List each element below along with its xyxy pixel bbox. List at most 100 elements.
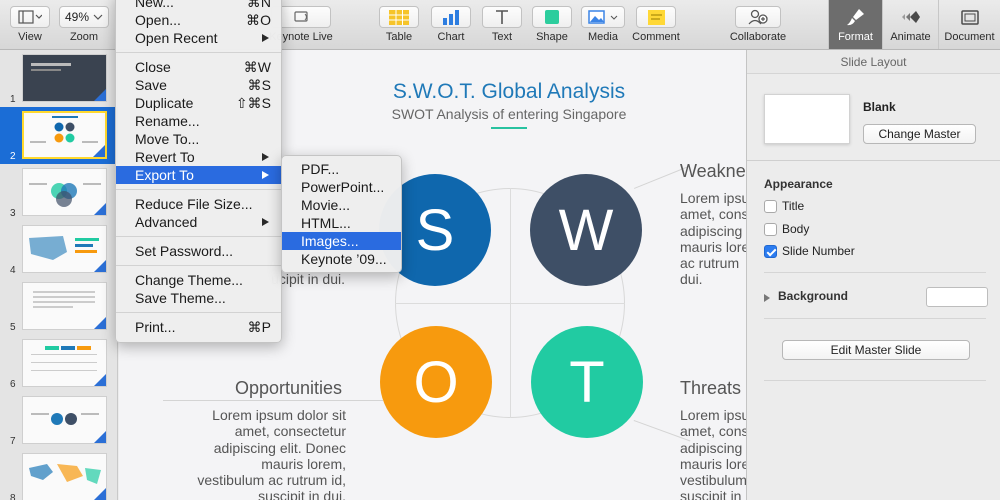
inspector-tabs: Format Animate Document xyxy=(828,0,1000,49)
export-html[interactable]: HTML... xyxy=(282,214,401,232)
background-heading[interactable]: Background xyxy=(778,289,848,303)
export-movie[interactable]: Movie... xyxy=(282,196,401,214)
body-checkbox[interactable] xyxy=(764,222,777,236)
format-inspector: Slide Layout Blank Change Master Appeara… xyxy=(746,50,1000,500)
slide-thumbnail-1[interactable]: 1 xyxy=(0,50,118,107)
opportunities-body[interactable]: Lorem ipsum dolor sit amet, consectetur … xyxy=(169,407,346,500)
menu-item-rename[interactable]: Rename... xyxy=(116,112,281,130)
slide-thumbnail-3[interactable]: 3 xyxy=(0,164,118,221)
text-button[interactable]: Text xyxy=(481,6,523,48)
divider xyxy=(764,380,986,381)
opportunities-circle[interactable]: O xyxy=(380,326,492,438)
tab-animate[interactable]: Animate xyxy=(882,0,938,49)
menu-item-save[interactable]: Save ⌘S xyxy=(116,76,281,94)
export-submenu: PDF... PowerPoint... Movie... HTML... Im… xyxy=(281,155,402,273)
inspector-header: Slide Layout xyxy=(747,50,1000,74)
chevron-right-icon xyxy=(262,153,269,161)
weaknesses-body[interactable]: Lorem ipsu amet, cons adipiscing mauris … xyxy=(680,190,746,288)
shape-icon xyxy=(532,6,572,28)
media-icon xyxy=(581,6,625,28)
weaknesses-heading[interactable]: Weaknes xyxy=(680,161,746,182)
slide-thumbnail-2[interactable]: 2 xyxy=(0,107,118,164)
weaknesses-circle[interactable]: W xyxy=(530,174,642,286)
body-checkbox-row[interactable]: Body xyxy=(764,221,809,237)
export-powerpoint[interactable]: PowerPoint... xyxy=(282,178,401,196)
paintbrush-icon xyxy=(829,6,882,28)
zoom-control[interactable]: 49% Zoom xyxy=(59,6,109,48)
menu-item-move-to[interactable]: Move To... xyxy=(116,130,281,148)
edit-master-slide-button[interactable]: Edit Master Slide xyxy=(782,340,970,360)
media-button[interactable]: Media xyxy=(581,6,625,48)
master-slide-preview[interactable] xyxy=(764,94,850,144)
view-button[interactable]: View xyxy=(10,6,50,48)
table-icon xyxy=(379,6,419,28)
collaborate-button[interactable]: Collaborate xyxy=(727,6,789,48)
menu-item-revert-to[interactable]: Revert To xyxy=(116,148,281,166)
slide-subtitle[interactable]: SWOT Analysis of entering Singapore xyxy=(359,106,659,122)
divider xyxy=(764,318,986,319)
slide-number-checkbox[interactable] xyxy=(764,244,777,258)
menu-item-save-theme[interactable]: Save Theme... xyxy=(116,289,281,307)
text-icon xyxy=(482,6,522,28)
slide-thumbnail-5[interactable]: 5 xyxy=(0,278,118,335)
tab-document[interactable]: Document xyxy=(938,0,1000,49)
export-keynote-09[interactable]: Keynote ’09... xyxy=(282,250,401,268)
slide-thumbnail-4[interactable]: 4 xyxy=(0,221,118,278)
change-master-button[interactable]: Change Master xyxy=(863,124,976,144)
title-checkbox[interactable] xyxy=(764,199,777,213)
menu-item-change-theme[interactable]: Change Theme... xyxy=(116,271,281,289)
slide-number: 1 xyxy=(10,94,16,105)
background-color-well[interactable] xyxy=(926,287,988,307)
shape-button[interactable]: Shape xyxy=(531,6,573,48)
menu-item-close[interactable]: Close ⌘W xyxy=(116,58,281,76)
view-label: View xyxy=(18,31,42,43)
menu-item-new[interactable]: New... ⌘N xyxy=(116,0,281,11)
zoom-value: 49% xyxy=(64,10,90,24)
chevron-right-icon xyxy=(262,171,269,179)
menu-item-reduce-file-size[interactable]: Reduce File Size... xyxy=(116,195,281,213)
menu-item-duplicate[interactable]: Duplicate ⇧⌘S xyxy=(116,94,281,112)
slide-thumbnail-7[interactable]: 7 xyxy=(0,392,118,449)
threats-body[interactable]: Lorem ipsu amet, cons adipiscing mauris … xyxy=(680,407,746,500)
slide-number: 7 xyxy=(10,436,16,447)
title-checkbox-row[interactable]: Title xyxy=(764,198,804,214)
slide-thumbnail-6[interactable]: 6 xyxy=(0,335,118,392)
menu-separator xyxy=(116,265,281,266)
comment-button[interactable]: Comment xyxy=(629,6,683,48)
threats-circle[interactable]: T xyxy=(531,326,643,438)
menu-item-export-to[interactable]: Export To xyxy=(116,166,281,184)
chart-label: Chart xyxy=(437,31,465,43)
chevron-down-icon xyxy=(610,15,618,20)
zoom-label: Zoom xyxy=(69,31,99,43)
document-icon xyxy=(939,6,1000,28)
chart-icon xyxy=(431,6,471,28)
title-underline xyxy=(491,127,527,129)
chart-button[interactable]: Chart xyxy=(430,6,472,48)
slide-title[interactable]: S.W.O.T. Global Analysis xyxy=(359,80,659,104)
divider xyxy=(747,160,1000,161)
slide-navigator: 1 2 3 4 5 6 7 8 xyxy=(0,50,118,500)
export-images[interactable]: Images... xyxy=(282,232,401,250)
animate-icon xyxy=(883,6,938,28)
slide-number: 4 xyxy=(10,265,16,276)
export-pdf[interactable]: PDF... xyxy=(282,160,401,178)
slide-number: 6 xyxy=(10,379,16,390)
slide-number: 5 xyxy=(10,322,16,333)
menu-item-advanced[interactable]: Advanced xyxy=(116,213,281,231)
menu-item-print[interactable]: Print... ⌘P xyxy=(116,318,281,336)
media-label: Media xyxy=(588,31,618,43)
chevron-right-icon xyxy=(262,218,269,226)
master-name: Blank xyxy=(863,100,896,114)
threats-heading[interactable]: Threats xyxy=(680,378,741,399)
table-button[interactable]: Table xyxy=(378,6,420,48)
opportunities-heading[interactable]: Opportunities xyxy=(235,378,342,399)
menu-separator xyxy=(116,312,281,313)
tab-format[interactable]: Format xyxy=(828,0,882,49)
disclosure-triangle-icon[interactable] xyxy=(764,294,770,302)
menu-item-set-password[interactable]: Set Password... xyxy=(116,242,281,260)
slide-thumbnail-8[interactable]: 8 xyxy=(0,449,118,500)
slide-number-checkbox-row[interactable]: Slide Number xyxy=(764,243,855,259)
menu-item-open-recent[interactable]: Open Recent xyxy=(116,29,281,47)
menu-item-open[interactable]: Open... ⌘O xyxy=(116,11,281,29)
view-icon xyxy=(10,6,50,28)
